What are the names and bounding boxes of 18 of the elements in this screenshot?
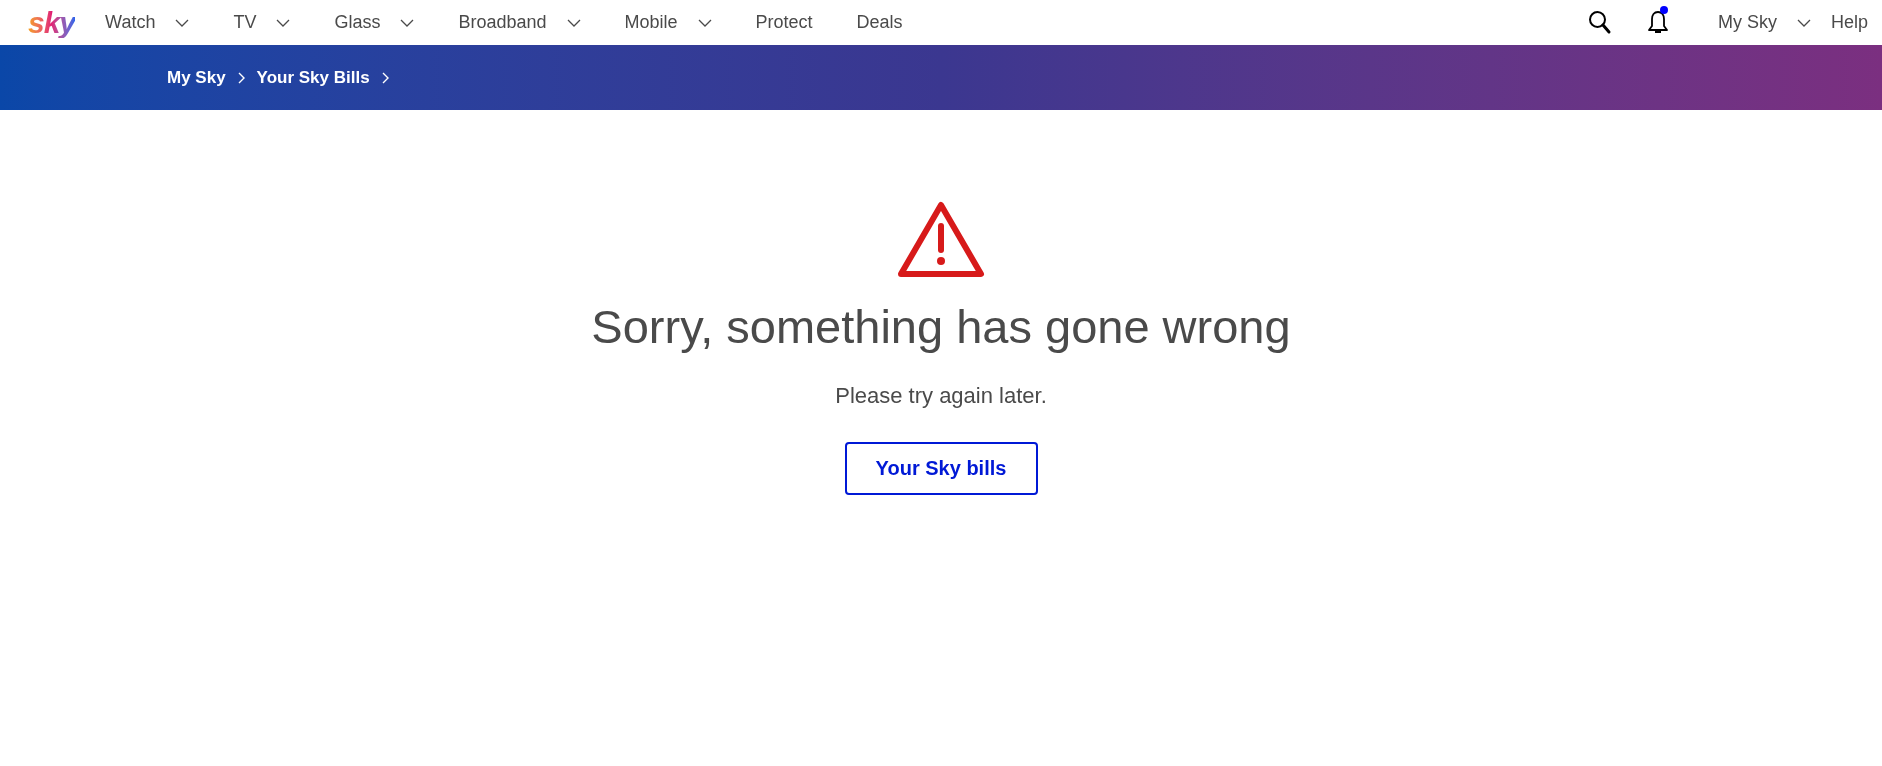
your-sky-bills-button[interactable]: Your Sky bills bbox=[844, 441, 1038, 495]
nav-item[interactable]: Broadband bbox=[458, 9, 581, 36]
nav-item[interactable]: Protect bbox=[755, 9, 813, 36]
chevron-right-icon bbox=[237, 71, 245, 84]
warning-icon bbox=[896, 200, 986, 280]
chevron-right-icon bbox=[381, 71, 389, 84]
breadcrumb-link[interactable]: My Sky bbox=[167, 64, 226, 91]
account-menu[interactable]: My Sky bbox=[1717, 9, 1811, 36]
nav-item[interactable]: Watch bbox=[105, 9, 190, 36]
error-message: Please try again later. bbox=[835, 381, 1047, 410]
error-title: Sorry, something has gone wrong bbox=[591, 299, 1291, 355]
help-link[interactable]: Help bbox=[1830, 9, 1868, 36]
nav-item[interactable]: Glass bbox=[334, 9, 415, 36]
breadcrumb-link[interactable]: Your Sky Bills bbox=[256, 64, 370, 91]
nav-item[interactable]: Mobile bbox=[624, 9, 712, 36]
nav-item[interactable]: TV bbox=[233, 9, 291, 36]
nav-item[interactable]: Deals bbox=[856, 9, 903, 36]
search-icon[interactable] bbox=[1587, 9, 1612, 36]
